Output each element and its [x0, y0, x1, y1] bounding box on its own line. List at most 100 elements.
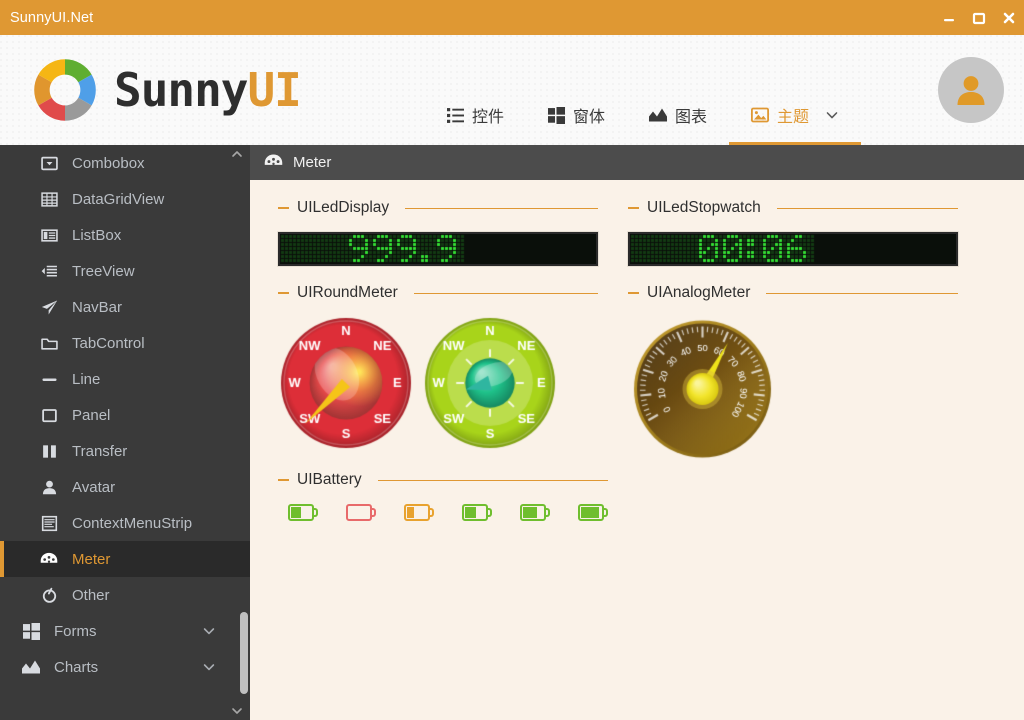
close-button[interactable]	[994, 0, 1024, 35]
sidebar-item-label: Transfer	[72, 442, 128, 460]
battery-indicator[interactable]	[288, 504, 318, 521]
group-title-round-meter: UIRoundMeter	[297, 284, 398, 301]
chart-icon	[22, 659, 40, 676]
sidebar-item-treeview[interactable]: TreeView	[0, 253, 250, 289]
led-display-canvas	[280, 234, 466, 264]
sidebar-item-label: Avatar	[72, 478, 116, 496]
analog-meter-gauge[interactable]	[630, 315, 775, 461]
group-title-led-stopwatch: UILedStopwatch	[647, 199, 761, 216]
maximize-icon	[972, 12, 986, 24]
battery-indicator[interactable]	[346, 504, 376, 521]
group-header: UIRoundMeter	[278, 283, 598, 303]
sidebar-item-transfer[interactable]: Transfer	[0, 433, 250, 469]
scroll-down-button[interactable]	[231, 702, 243, 720]
battery-indicator[interactable]	[462, 504, 492, 521]
nav-label-charts: 图表	[675, 109, 708, 126]
sidebar-item-label: Panel	[72, 406, 111, 424]
group-body	[628, 315, 958, 461]
scrollbar-thumb[interactable]	[240, 612, 248, 694]
meter-icon	[264, 153, 283, 173]
group-header: UIAnalogMeter	[628, 283, 958, 303]
battery-indicator[interactable]	[404, 504, 434, 521]
sidebar-item-line[interactable]: Line	[0, 361, 250, 397]
battery-list	[288, 504, 608, 521]
sidebar-item-combobox[interactable]: Combobox	[0, 145, 250, 181]
sidebar-item-contextmenustrip[interactable]: ContextMenuStrip	[0, 505, 250, 541]
sidebar-item-label: TabControl	[72, 334, 145, 352]
nav-item-controls[interactable]: 控件	[425, 85, 526, 145]
group-dash	[278, 479, 289, 481]
sidebar-item-label: Other	[72, 586, 110, 604]
windows-icon	[548, 106, 566, 124]
sidebar-item-charts[interactable]: Charts	[0, 649, 250, 685]
window-controls	[934, 0, 1024, 35]
folder-icon	[40, 335, 58, 352]
group-round-meter: UIRoundMeter	[278, 283, 598, 451]
battery-fill	[581, 507, 600, 518]
scroll-up-button[interactable]	[231, 145, 243, 163]
group-dash	[628, 207, 639, 209]
sidebar-item-label: Meter	[72, 550, 111, 568]
sidebar-item-tabcontrol[interactable]: TabControl	[0, 325, 250, 361]
sidebar-item-meter[interactable]: Meter	[0, 541, 250, 577]
battery-cap	[372, 508, 376, 517]
nav-label-forms: 窗体	[573, 109, 606, 126]
sidebar-item-datagridview[interactable]: DataGridView	[0, 181, 250, 217]
brand-name-accent: UI	[247, 63, 301, 117]
nav-item-theme[interactable]: 主题	[729, 85, 862, 145]
sidebar-menu: Combobox DataGridView ListBox TreeView NavBa…	[0, 145, 250, 685]
app-header: SunnyUI 控件 窗体 图表 主题	[0, 35, 1024, 145]
group-led-display: UILedDisplay	[277, 198, 599, 267]
treeview-icon	[40, 263, 58, 280]
sidebar-item-forms[interactable]: Forms	[0, 613, 250, 649]
brand-wordmark: SunnyUI	[114, 67, 302, 113]
group-body	[277, 231, 599, 267]
sidebar-item-listbox[interactable]: ListBox	[0, 217, 250, 253]
battery-indicator[interactable]	[520, 504, 550, 521]
group-rule	[413, 292, 598, 294]
group-analog-meter: UIAnalogMeter	[628, 283, 958, 461]
combobox-icon	[40, 155, 58, 172]
battery-fill	[407, 507, 414, 518]
group-rule	[776, 207, 958, 209]
led-display-panel[interactable]	[277, 231, 599, 267]
chevron-down-icon[interactable]	[202, 624, 216, 638]
chevron-down-icon[interactable]	[202, 660, 216, 674]
led-stopwatch-panel[interactable]	[627, 231, 959, 267]
content-title: Meter	[293, 154, 332, 171]
group-rule	[377, 479, 608, 481]
sidebar-item-avatar[interactable]: Avatar	[0, 469, 250, 505]
round-meter-green[interactable]	[422, 315, 558, 451]
sidebar-item-navbar[interactable]: NavBar	[0, 289, 250, 325]
chevron-down-icon[interactable]	[825, 108, 839, 122]
minimize-button[interactable]	[934, 0, 964, 35]
main-nav: 控件 窗体 图表 主题	[425, 85, 862, 145]
sidebar-item-label: ContextMenuStrip	[72, 514, 193, 532]
sidebar-item-panel[interactable]: Panel	[0, 397, 250, 433]
transfer-icon	[40, 443, 58, 460]
sidebar-item-other[interactable]: Other	[0, 577, 250, 613]
content-header: Meter	[250, 145, 1024, 180]
round-meter-red[interactable]	[278, 315, 414, 451]
battery-cap	[430, 508, 434, 517]
meter-icon	[40, 551, 58, 567]
application-window: SunnyUI.Net SunnyUI 控件 窗体 图表 主题 Combobox…	[0, 0, 1024, 720]
nav-item-forms[interactable]: 窗体	[526, 85, 627, 145]
sidebar-item-label: DataGridView	[72, 190, 165, 208]
battery-shell	[346, 504, 372, 521]
menu-strip-icon	[40, 515, 58, 532]
group-body	[278, 504, 608, 521]
line-icon	[40, 371, 58, 388]
brand-logo: SunnyUI	[30, 55, 302, 125]
group-dash	[278, 292, 289, 294]
maximize-button[interactable]	[964, 0, 994, 35]
battery-cap	[546, 508, 550, 517]
sidebar: Combobox DataGridView ListBox TreeView NavBa…	[0, 145, 250, 720]
nav-item-charts[interactable]: 图表	[627, 85, 729, 145]
group-body	[278, 315, 598, 451]
battery-indicator[interactable]	[578, 504, 608, 521]
windows-icon	[22, 622, 40, 640]
group-title-analog-meter: UIAnalogMeter	[647, 284, 751, 301]
square-icon	[40, 407, 58, 424]
avatar[interactable]	[938, 57, 1004, 123]
